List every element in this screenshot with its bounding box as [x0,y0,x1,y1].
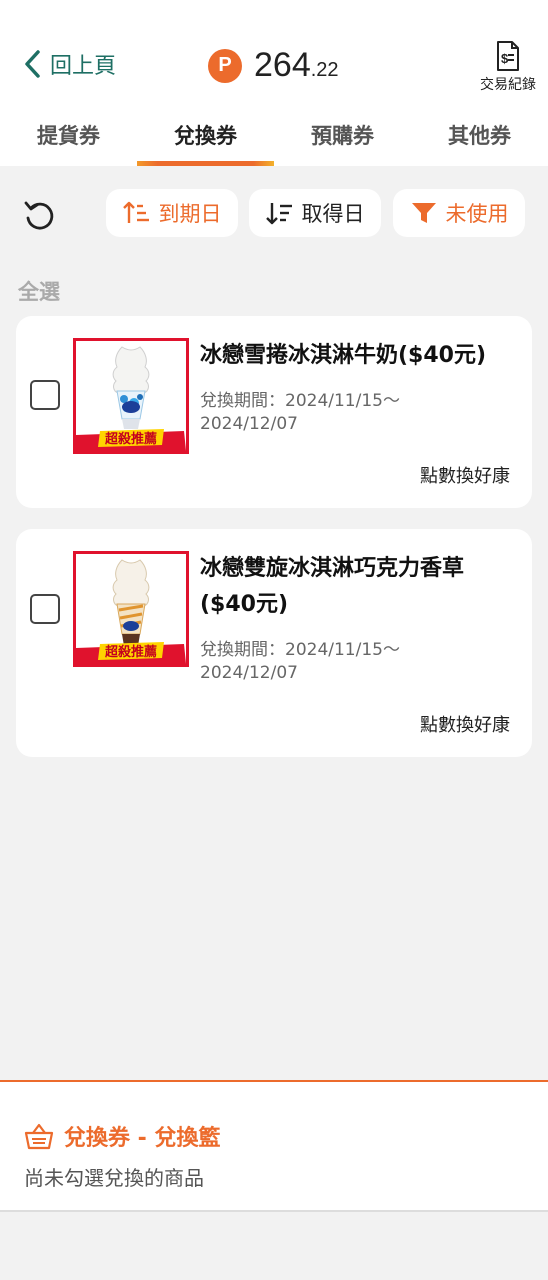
transaction-history-button[interactable]: $ 交易紀錄 [476,40,540,94]
app-header: 回上頁 P 264 .22 $ 交易紀錄 提貨券 兌換券 預購券 其他券 [0,0,548,166]
basket-icon [24,1123,54,1150]
product-image: 超殺推薦 [73,338,189,454]
points-redeem-link[interactable]: 點數換好康 [420,711,510,737]
tab-exchange[interactable]: 兌換券 [137,108,274,166]
tab-preorder[interactable]: 預購券 [274,108,411,166]
basket-empty-message: 尚未勾選兌換的商品 [24,1166,204,1190]
basket-title: 兌換券 - 兌換籃 [24,1120,220,1152]
filter-toolbar: 到期日 取得日 未使用 [0,166,548,262]
sort-ascending-icon [122,201,149,223]
back-button[interactable]: 回上頁 [22,48,116,80]
points-balance: P 264 .22 [208,46,339,85]
points-redeem-link[interactable]: 點數換好康 [420,462,510,488]
ice-cream-swirl-image: 超殺推薦 [76,554,186,664]
coupon-card: 超殺推薦 冰戀雙旋冰淇淋巧克力香草($40元) 兌換期間：2024/11/15～… [16,529,532,757]
transaction-history-label: 交易紀錄 [480,77,536,93]
coupon-checkbox[interactable] [30,594,60,624]
sort-descending-icon [265,203,292,225]
points-icon: P [208,48,242,83]
select-all-button[interactable]: 全選 [18,276,60,306]
refresh-icon[interactable] [22,198,58,234]
sort-by-expiry-label: 到期日 [158,202,222,226]
sort-by-obtained-label: 取得日 [301,202,365,226]
coupon-period-start: 兌換期間：2024/11/15～ [200,391,400,411]
ice-cream-milk-image: 超殺推薦 [76,341,186,451]
exchange-basket-panel[interactable]: 兌換券 - 兌換籃 尚未勾選兌換的商品 [0,1080,548,1212]
coupon-period: 兌換期間：2024/11/15～ 2024/12/07 [200,639,518,685]
filter-unused-button[interactable]: 未使用 [393,189,525,237]
tab-pickup[interactable]: 提貨券 [0,108,137,166]
points-decimal: .22 [310,59,339,81]
promo-badge-text: 超殺推薦 [105,644,157,660]
coupon-period-start: 兌換期間：2024/11/15～ [200,640,400,660]
sort-by-obtained-button[interactable]: 取得日 [249,189,381,237]
product-image: 超殺推薦 [73,551,189,667]
back-label: 回上頁 [50,54,117,79]
receipt-dollar-icon: $ [497,41,519,71]
coupon-name: 冰戀雪捲冰淇淋牛奶($40元) [200,343,487,368]
coupon-card: 超殺推薦 冰戀雪捲冰淇淋牛奶($40元) 兌換期間：2024/11/15～ 20… [16,316,532,508]
filter-unused-label: 未使用 [445,202,509,226]
coupon-name: 冰戀雙旋冰淇淋巧克力香草($40元) [200,556,465,617]
points-integer: 264 [254,46,311,84]
basket-title-label: 兌換券 - 兌換籃 [64,1126,221,1151]
coupon-period: 兌換期間：2024/11/15～ 2024/12/07 [200,390,518,436]
chevron-left-icon [25,50,40,78]
coupon-checkbox[interactable] [30,380,60,410]
coupon-period-end: 2024/12/07 [200,414,298,434]
tab-other[interactable]: 其他券 [411,108,548,166]
promo-badge-text: 超殺推薦 [105,431,157,447]
sort-by-expiry-button[interactable]: 到期日 [106,189,238,237]
coupon-tabs: 提貨券 兌換券 預購券 其他券 [0,108,548,166]
svg-text:$: $ [501,51,509,66]
coupon-period-end: 2024/12/07 [200,663,298,683]
filter-funnel-icon [411,203,436,223]
